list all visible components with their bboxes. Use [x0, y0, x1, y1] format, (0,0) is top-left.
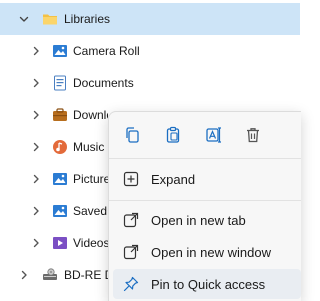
context-menu: Expand Open in new tab Open in new windo… [108, 111, 301, 301]
chevron-right-icon[interactable] [30, 141, 42, 153]
copy-icon [123, 126, 141, 144]
tree-item-label: Music [73, 140, 105, 154]
chevron-right-icon[interactable] [30, 77, 42, 89]
pictures-library-icon [52, 203, 68, 219]
documents-library-icon [52, 75, 68, 91]
menu-separator [109, 200, 301, 201]
tree-item-label: Documents [73, 76, 134, 90]
pictures-library-icon [52, 43, 68, 59]
open-new-tab-icon [123, 212, 139, 228]
tree-item-label: Libraries [64, 12, 111, 26]
tree-item-label: Camera Roll [73, 44, 140, 58]
menu-item-expand[interactable]: Expand [113, 164, 301, 194]
chevron-right-icon[interactable] [30, 237, 42, 249]
tree-item-label: BD-RE Drive [64, 268, 108, 282]
chevron-right-icon[interactable] [30, 109, 42, 121]
menu-item-label: Expand [151, 172, 196, 187]
rename-button[interactable] [200, 121, 228, 149]
expand-icon [123, 171, 139, 187]
downloads-library-icon [52, 107, 68, 123]
folder-icon [42, 11, 58, 27]
menu-item-label: Pin to Quick access [151, 277, 266, 292]
tree-item-camera-roll[interactable]: Camera Roll [0, 35, 300, 67]
menu-item-label: Open in new tab [151, 213, 246, 228]
chevron-right-icon[interactable] [30, 205, 42, 217]
pictures-library-icon [52, 171, 68, 187]
chevron-right-icon[interactable] [18, 269, 30, 281]
copy-button[interactable] [118, 121, 146, 149]
tree-item-label: Videos [73, 236, 108, 250]
tree-item-libraries[interactable]: Libraries [0, 3, 300, 35]
tree-item-label: Pictures [73, 172, 108, 186]
pin-icon [123, 276, 139, 292]
chevron-right-icon[interactable] [30, 45, 42, 57]
menu-item-open-new-tab[interactable]: Open in new tab [113, 205, 301, 235]
chevron-right-icon[interactable] [30, 173, 42, 185]
optical-drive-icon [42, 267, 58, 283]
chevron-down-icon[interactable] [18, 13, 30, 25]
menu-item-open-new-window[interactable]: Open in new window [113, 237, 301, 267]
rename-icon [205, 126, 223, 144]
menu-item-pin-quick-access[interactable]: Pin to Quick access [113, 269, 301, 299]
menu-item-label: Open in new window [151, 245, 271, 260]
tree-item-documents[interactable]: Documents [0, 67, 300, 99]
tree-item-label: Downloads [73, 108, 108, 122]
videos-library-icon [52, 235, 68, 251]
paste-button[interactable] [159, 121, 187, 149]
open-new-window-icon [123, 244, 139, 260]
tree-item-label: Saved Pictures [73, 204, 108, 218]
paste-icon [164, 126, 182, 144]
menu-separator [109, 158, 301, 159]
quick-actions-bar [109, 112, 301, 158]
delete-button[interactable] [239, 121, 267, 149]
delete-icon [244, 126, 262, 144]
music-library-icon [52, 139, 68, 155]
